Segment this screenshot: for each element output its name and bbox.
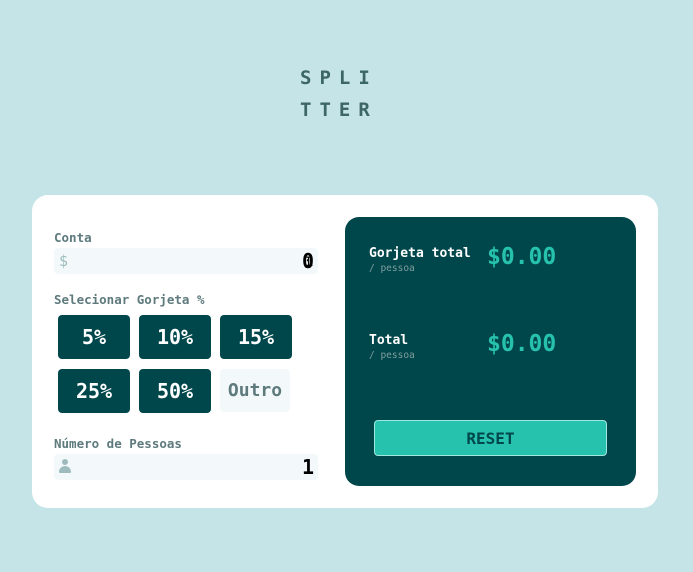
people-label: Número de Pessoas <box>54 436 182 451</box>
bill-input[interactable]: $ ⌶ 0 <box>54 248 318 274</box>
logo-line-1: SPLI <box>300 67 378 89</box>
tip-amount-sub: / pessoa <box>369 263 415 274</box>
total-sub: / pessoa <box>369 350 415 361</box>
dollar-icon: $ <box>59 252 69 270</box>
tip-label: Selecionar Gorjeta % <box>54 292 205 307</box>
app-logo: SPLI TTER <box>300 62 390 126</box>
bill-label: Conta <box>54 230 92 245</box>
total-value: $0.00 <box>487 331 557 357</box>
tip-5-button[interactable]: 5% <box>58 315 130 359</box>
tip-amount-label: Gorjeta total <box>369 246 471 261</box>
result-panel: Gorjeta total / pessoa $0.00 Total / pes… <box>345 217 636 486</box>
calculator-card: Conta $ ⌶ 0 Selecionar Gorjeta % 5% 10% … <box>32 195 658 508</box>
people-input[interactable]: 1 <box>54 454 318 480</box>
logo-line-2: TTER <box>300 99 378 121</box>
person-icon <box>59 459 71 473</box>
bill-value: 0 <box>301 249 314 273</box>
people-value: 1 <box>301 455 314 479</box>
tip-15-button[interactable]: 15% <box>220 315 292 359</box>
reset-button[interactable]: RESET <box>374 420 607 456</box>
tip-25-button[interactable]: 25% <box>58 369 130 413</box>
tip-custom-input[interactable]: Outro <box>220 369 290 412</box>
tip-50-button[interactable]: 50% <box>139 369 211 413</box>
total-label: Total <box>369 333 409 348</box>
tip-amount-value: $0.00 <box>487 244 557 270</box>
tip-10-button[interactable]: 10% <box>139 315 211 359</box>
